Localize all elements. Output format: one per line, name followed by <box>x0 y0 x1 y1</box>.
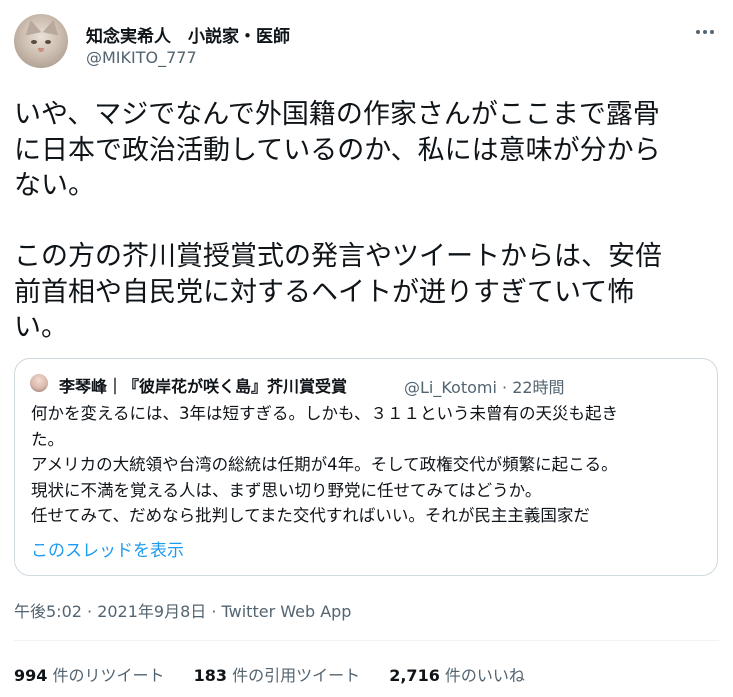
like-count-label: 件のいいね <box>444 666 525 685</box>
more-horizontal-icon[interactable] <box>693 22 717 42</box>
retweet-count-label: 件のリツイート <box>52 666 165 685</box>
avatar-nose <box>38 48 44 52</box>
author-handle[interactable]: @MIKITO_777 <box>86 48 197 67</box>
author-avatar[interactable] <box>14 14 68 68</box>
show-thread-link[interactable]: このスレッドを表示 <box>31 536 184 561</box>
tweet-text: いや、マジでなんで外国籍の作家さんがここまで露骨 に日本で政治活動しているのか、… <box>14 99 662 343</box>
more-dot <box>710 30 714 34</box>
quote-tweet-count-number: 183 <box>193 666 228 685</box>
like-count-number: 2,716 <box>389 666 440 685</box>
quoted-tweet[interactable]: 李琴峰｜『彼岸花が咲く島』芥川賞受賞 @Li_Kotomi · 22時間 何かを… <box>14 358 718 576</box>
more-dot <box>696 30 700 34</box>
more-dot <box>703 30 707 34</box>
avatar-eye-left <box>31 40 37 44</box>
quoted-tweet-text: 何かを変えるには、3年は短すぎる。しかも、３１１という未曾有の天災も起き た。 … <box>31 404 619 525</box>
author-display-name[interactable]: 知念実希人 小説家・医師 <box>86 22 290 47</box>
tweet-stats: 994 件のリツイート 183 件の引用ツイート 2,716 件のいいね <box>14 662 549 686</box>
retweet-count-number: 994 <box>14 666 48 685</box>
avatar-ear-left <box>22 18 42 36</box>
quote-tweet-count[interactable]: 183 件の引用ツイート <box>194 662 361 686</box>
tweet-header: 知念実希人 小説家・医師 @MIKITO_777 <box>0 0 733 88</box>
avatar-ear-right <box>42 18 62 36</box>
quoted-author-avatar <box>30 374 48 392</box>
avatar-eye-right <box>45 40 51 44</box>
like-count[interactable]: 2,716 件のいいね <box>389 662 525 686</box>
divider <box>14 640 719 641</box>
tweet-timestamp[interactable]: 午後5:02 · 2021年9月8日 · Twitter Web App <box>14 598 351 622</box>
quoted-tweet-meta: @Li_Kotomi · 22時間 <box>404 378 565 397</box>
quote-tweet-count-label: 件の引用ツイート <box>232 666 361 685</box>
retweet-count[interactable]: 994 件のリツイート <box>14 662 165 686</box>
quoted-author-name: 李琴峰｜『彼岸花が咲く島』芥川賞受賞 <box>59 377 348 396</box>
